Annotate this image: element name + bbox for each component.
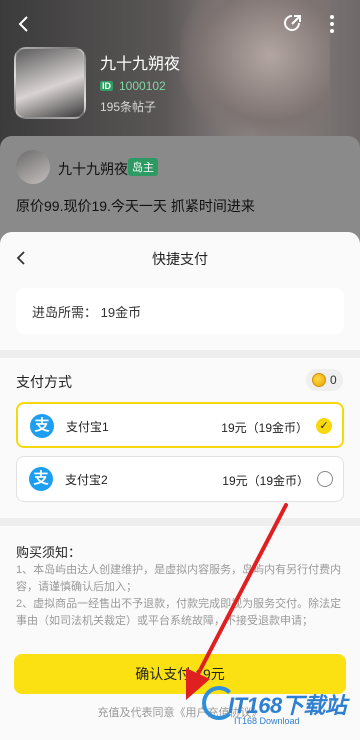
payment-option-alipay-2[interactable]: 支 支付宝2 19元（19金币） — [16, 456, 344, 502]
check-icon[interactable]: ✓ — [316, 418, 332, 434]
payment-option-price: 19元（19金币） — [222, 474, 309, 488]
watermark-sub-text: IT168 Download — [234, 716, 300, 726]
profile-avatar[interactable] — [14, 47, 86, 119]
payment-sheet: 快捷支付 进岛所需： 19金币 支付方式 0 支 支付宝1 19元（19金币） … — [0, 232, 360, 740]
radio-icon[interactable] — [317, 471, 333, 487]
fee-box: 进岛所需： 19金币 — [16, 288, 344, 334]
fee-label: 进岛所需： — [32, 305, 98, 320]
section-divider — [0, 518, 360, 526]
notice-line: 1、本岛屿由达人创建维护，是虚拟内容服务，岛屿内有另行付费内容，请谨慎确认后加入… — [16, 564, 342, 593]
payment-method-title: 支付方式 — [16, 374, 72, 390]
notice-line: 2、虚拟商品一经售出不予退款，付款完成即视为服务交付。除法定事由（如司法机关裁定… — [16, 598, 342, 627]
post-author-name: 九十九朔夜 — [58, 161, 128, 177]
payment-option-alipay-1[interactable]: 支 支付宝1 19元（19金币） ✓ — [16, 402, 344, 448]
profile-posts-count: 195条帖子 — [100, 100, 157, 114]
coin-balance: 0 — [306, 369, 343, 391]
coin-icon — [312, 373, 326, 387]
post-author-avatar[interactable] — [16, 150, 50, 184]
payment-option-price: 19元（19金币） — [221, 421, 308, 435]
payment-option-name: 支付宝1 — [66, 420, 109, 434]
back-icon[interactable] — [12, 12, 36, 36]
alipay-icon: 支 — [30, 414, 54, 438]
notice-title: 购买须知： — [16, 545, 82, 560]
alipay-icon: 支 — [29, 467, 53, 491]
payment-option-name: 支付宝2 — [65, 473, 108, 487]
watermark-logo: IT168下载站 IT168 Download — [200, 684, 356, 734]
header-background-image — [180, 0, 330, 140]
coin-balance-value: 0 — [330, 373, 337, 387]
profile-name: 九十九朔夜 — [100, 56, 181, 73]
fee-value: 19金币 — [100, 305, 142, 320]
owner-badge: 岛主 — [128, 158, 158, 176]
more-icon[interactable] — [320, 12, 344, 36]
profile-id-value: 1000102 — [119, 79, 166, 93]
section-divider — [0, 350, 360, 358]
post-text: 原价99.现价19.今天一天 抓紧时间进来 — [16, 198, 255, 214]
id-badge: ID — [100, 81, 113, 91]
profile-id: ID 1000102 — [100, 79, 166, 93]
share-icon[interactable] — [280, 12, 304, 36]
sheet-title: 快捷支付 — [152, 251, 208, 267]
notice-text: 1、本岛屿由达人创建维护，是虚拟内容服务，岛屿内有另行付费内容，请谨慎确认后加入… — [16, 562, 344, 630]
